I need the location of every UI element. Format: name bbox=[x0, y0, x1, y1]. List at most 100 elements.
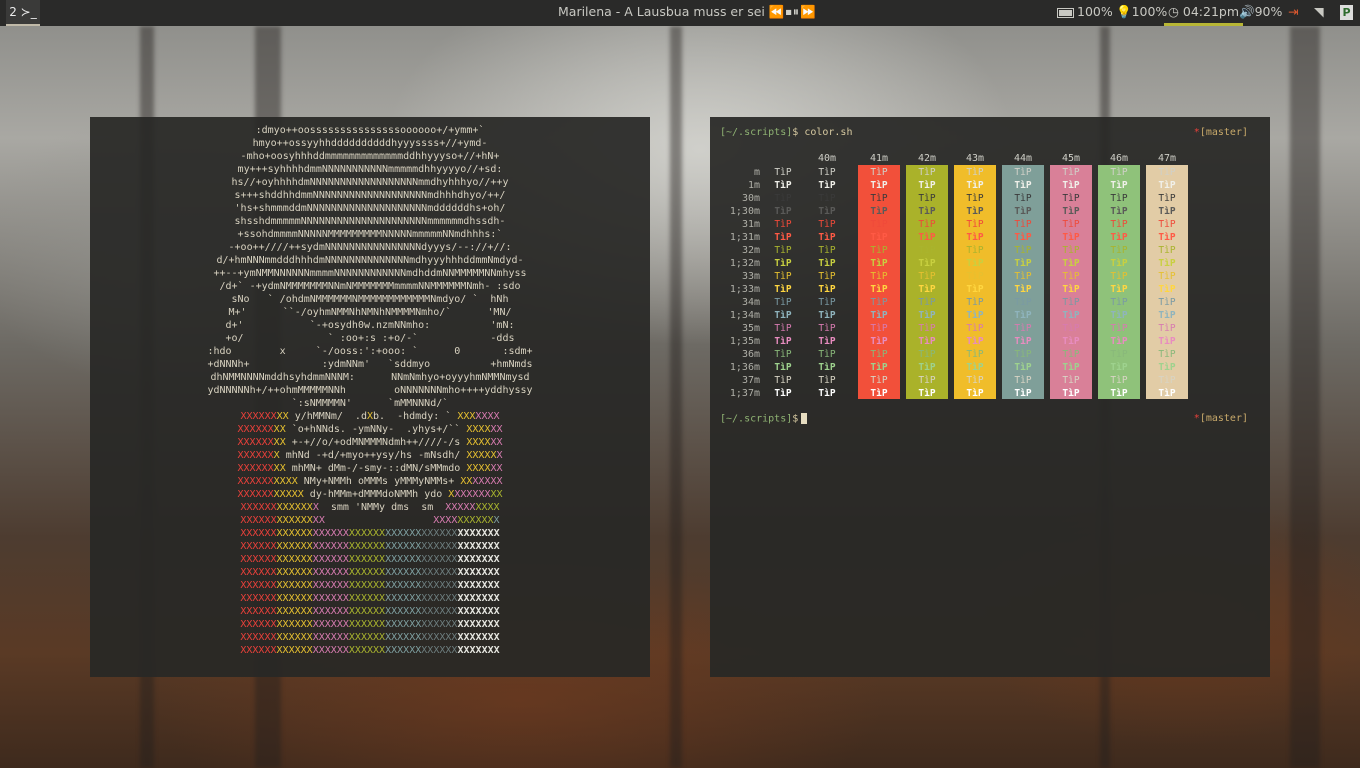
color-sample: TìP bbox=[1062, 180, 1080, 191]
color-sample: TìP bbox=[1158, 388, 1176, 399]
color-sample: TìP bbox=[870, 362, 888, 373]
color-sample: TìP bbox=[1062, 193, 1080, 204]
color-sample: TìP bbox=[1158, 167, 1176, 178]
ascii-art-line: XXXXXXXX mhMN+ dMm-/-smy-::dMN/sMMmdo XX… bbox=[237, 463, 503, 474]
bg-header: 43m bbox=[965, 153, 985, 164]
ascii-art-line: +dNNNh+ :ydmNNm' `sddmyo +hmNmds bbox=[207, 359, 533, 370]
color-sample: TìP bbox=[966, 193, 984, 204]
color-sample: TìP bbox=[818, 323, 836, 334]
color-sample: TìP bbox=[966, 232, 984, 243]
color-sample: TìP bbox=[1014, 323, 1032, 334]
ascii-art-line: XXXXXXXXXXXXXXXXXXXXXXXXXXXXXXXXXXXXXXXX… bbox=[240, 541, 500, 552]
color-sample: TìP bbox=[1062, 167, 1080, 178]
media-widget: Marilena - A Lausbua muss er sei ⏪⏹⏸⏩ bbox=[558, 0, 817, 24]
color-sample: TìP bbox=[818, 349, 836, 360]
fg-row-label: 30m bbox=[741, 193, 760, 204]
color-sample: TìP bbox=[966, 297, 984, 308]
tray-app-icon[interactable]: P bbox=[1340, 5, 1353, 20]
color-sample: TìP bbox=[966, 219, 984, 230]
color-sample: TìP bbox=[1062, 284, 1080, 295]
power-icon[interactable]: ⇥ bbox=[1288, 0, 1298, 24]
color-sample: TìP bbox=[966, 206, 984, 217]
workspace-indicator[interactable]: 2 ≻_ bbox=[6, 0, 40, 26]
color-sample: TìP bbox=[1158, 219, 1176, 230]
color-sample: TìP bbox=[870, 297, 888, 308]
color-sample: TìP bbox=[966, 258, 984, 269]
color-sample: TìP bbox=[1110, 349, 1128, 360]
terminal-cursor bbox=[801, 413, 808, 424]
terminal-window-left[interactable]: :dmyo++oosssssssssssssssoooooo+/+ymm+` hm… bbox=[90, 117, 650, 677]
battery-status: 100% bbox=[1057, 0, 1113, 24]
color-sample: TìP bbox=[774, 245, 792, 256]
color-sample: TìP bbox=[774, 258, 792, 269]
color-sample: TìP bbox=[1062, 206, 1080, 217]
ascii-art-line: :hdo x `-/ooss:':+ooo: ` 0 :sdm+ bbox=[207, 346, 533, 357]
color-sample: TìP bbox=[774, 219, 792, 230]
lightbulb-icon: 💡 bbox=[1116, 4, 1132, 19]
color-sample: TìP bbox=[918, 193, 936, 204]
color-sample: TìP bbox=[1014, 206, 1032, 217]
color-sample: TìP bbox=[918, 375, 936, 386]
color-sample: TìP bbox=[1158, 180, 1176, 191]
color-sample: TìP bbox=[918, 323, 936, 334]
volume-status[interactable]: 🔊90% bbox=[1239, 0, 1282, 24]
color-sample: TìP bbox=[870, 258, 888, 269]
color-sample: TìP bbox=[774, 206, 792, 217]
bg-header: 44m bbox=[1013, 153, 1033, 164]
bg-header: 40m bbox=[817, 153, 837, 164]
ascii-art-line: hmyo++ossyyhhddddddddddhyyyssss+//+ymd- bbox=[252, 138, 488, 149]
color-sample: TìP bbox=[870, 323, 888, 334]
wifi-icon[interactable]: ◥ bbox=[1314, 0, 1324, 24]
bg-header: 46m bbox=[1109, 153, 1129, 164]
color-sample: TìP bbox=[1062, 271, 1080, 282]
ascii-art-line: XXXXXXXXXXXXXXXXXXXXXXXXXXXXXXXXXXXXXXXX… bbox=[240, 593, 500, 604]
color-sample: TìP bbox=[774, 284, 792, 295]
color-sample: TìP bbox=[818, 284, 836, 295]
color-sample: TìP bbox=[1110, 258, 1128, 269]
ascii-art-line: ++--+ymNMMNNNNNNmmmmNNNNNNNNNNNNmdhddmNN… bbox=[213, 268, 527, 279]
git-branch-2: *[master] bbox=[1193, 413, 1248, 424]
clock-icon: ◷ bbox=[1168, 4, 1179, 19]
clock[interactable]: ◷ 04:21pm bbox=[1164, 0, 1244, 26]
fg-row-label: 1;33m bbox=[729, 284, 760, 295]
color-sample: TìP bbox=[1158, 323, 1176, 334]
ascii-art-line: `:sNMMMMN' `mMMNNNd/` bbox=[291, 398, 449, 409]
color-sample: TìP bbox=[1062, 245, 1080, 256]
color-sample: TìP bbox=[818, 193, 836, 204]
color-sample: TìP bbox=[1110, 388, 1128, 399]
media-controls[interactable]: ⏪⏹⏸⏩ bbox=[769, 4, 817, 19]
color-sample: TìP bbox=[1014, 219, 1032, 230]
color-sample: TìP bbox=[1158, 297, 1176, 308]
ascii-art-line: XXXXXXXXXXXXXXXXXXXXXXXXXXXXXXXXXXXXXXXX… bbox=[240, 606, 500, 617]
color-sample: TìP bbox=[918, 297, 936, 308]
fg-row-label: 1;35m bbox=[729, 336, 760, 347]
color-sample: TìP bbox=[918, 258, 936, 269]
color-sample: TìP bbox=[918, 349, 936, 360]
color-sample: TìP bbox=[1158, 271, 1176, 282]
fg-row-label: 36m bbox=[741, 349, 760, 360]
fg-row-label: 1;36m bbox=[729, 362, 760, 373]
ascii-art-line: XXXXXXX mhNd -+d/+myo++ysy/hs -mNsdh/ XX… bbox=[237, 450, 503, 461]
color-sample: TìP bbox=[966, 284, 984, 295]
color-sample: TìP bbox=[774, 349, 792, 360]
fg-row-label: 1;30m bbox=[729, 206, 760, 217]
color-sample: TìP bbox=[966, 349, 984, 360]
color-sample: TìP bbox=[870, 349, 888, 360]
color-sample: TìP bbox=[1014, 167, 1032, 178]
color-sample: TìP bbox=[1110, 193, 1128, 204]
color-sample: TìP bbox=[1062, 310, 1080, 321]
ascii-art-line: sNo ` /ohdmNMMMMMMNMMMMMMMMMMMMNmdyo/ ` … bbox=[231, 294, 509, 305]
color-sample: TìP bbox=[918, 284, 936, 295]
color-sample: TìP bbox=[1014, 284, 1032, 295]
ascii-art-line: M+' ``-/oyhmNMMNhNMNhNMMMMNmho/` 'MN/ bbox=[228, 307, 512, 318]
terminal-window-right[interactable]: [~/.scripts]$ color.sh *[master] 40m 41m 4… bbox=[710, 117, 1270, 677]
color-sample: TìP bbox=[918, 219, 936, 230]
color-sample: TìP bbox=[1110, 232, 1128, 243]
color-sample: TìP bbox=[1062, 323, 1080, 334]
fg-row-label: 31m bbox=[741, 219, 760, 230]
color-sample: TìP bbox=[818, 336, 836, 347]
color-sample: TìP bbox=[774, 336, 792, 347]
ascii-art-line: XXXXXXXXXXXXXXXXXXXXXXXXXXXXXXXXXXXXXXXX… bbox=[240, 580, 500, 591]
color-sample: TìP bbox=[818, 297, 836, 308]
bg-header: 42m bbox=[917, 153, 937, 164]
